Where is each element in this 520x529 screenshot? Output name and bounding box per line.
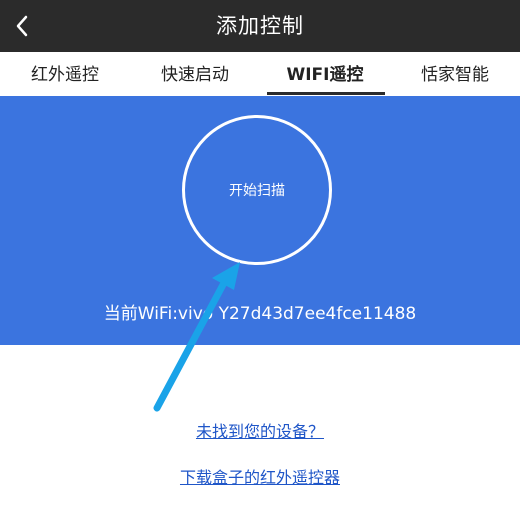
title-bar: 添加控制 xyxy=(0,0,520,52)
scan-panel: 开始扫描 当前WiFi:vivo Y27d43d7ee4fce11488 xyxy=(0,96,520,345)
tab-ir-remote[interactable]: 红外遥控 xyxy=(0,52,130,96)
tab-quick-start[interactable]: 快速启动 xyxy=(130,52,260,96)
tab-bar: 红外遥控 快速启动 WIFI遥控 恬家智能 xyxy=(0,52,520,96)
page-title: 添加控制 xyxy=(216,14,304,38)
tab-wifi-remote[interactable]: WIFI遥控 xyxy=(260,52,390,96)
download-ir-remote-link[interactable]: 下载盒子的红外遥控器 xyxy=(0,464,520,488)
current-wifi-text: 当前WiFi:vivo Y27d43d7ee4fce11488 xyxy=(103,304,417,324)
start-scan-button[interactable]: 开始扫描 xyxy=(182,115,332,265)
start-scan-label: 开始扫描 xyxy=(229,183,285,199)
tab-tianjia-smart[interactable]: 恬家智能 xyxy=(390,52,520,96)
active-tab-indicator xyxy=(267,92,385,95)
device-not-found-link[interactable]: 未找到您的设备？ xyxy=(0,418,520,442)
